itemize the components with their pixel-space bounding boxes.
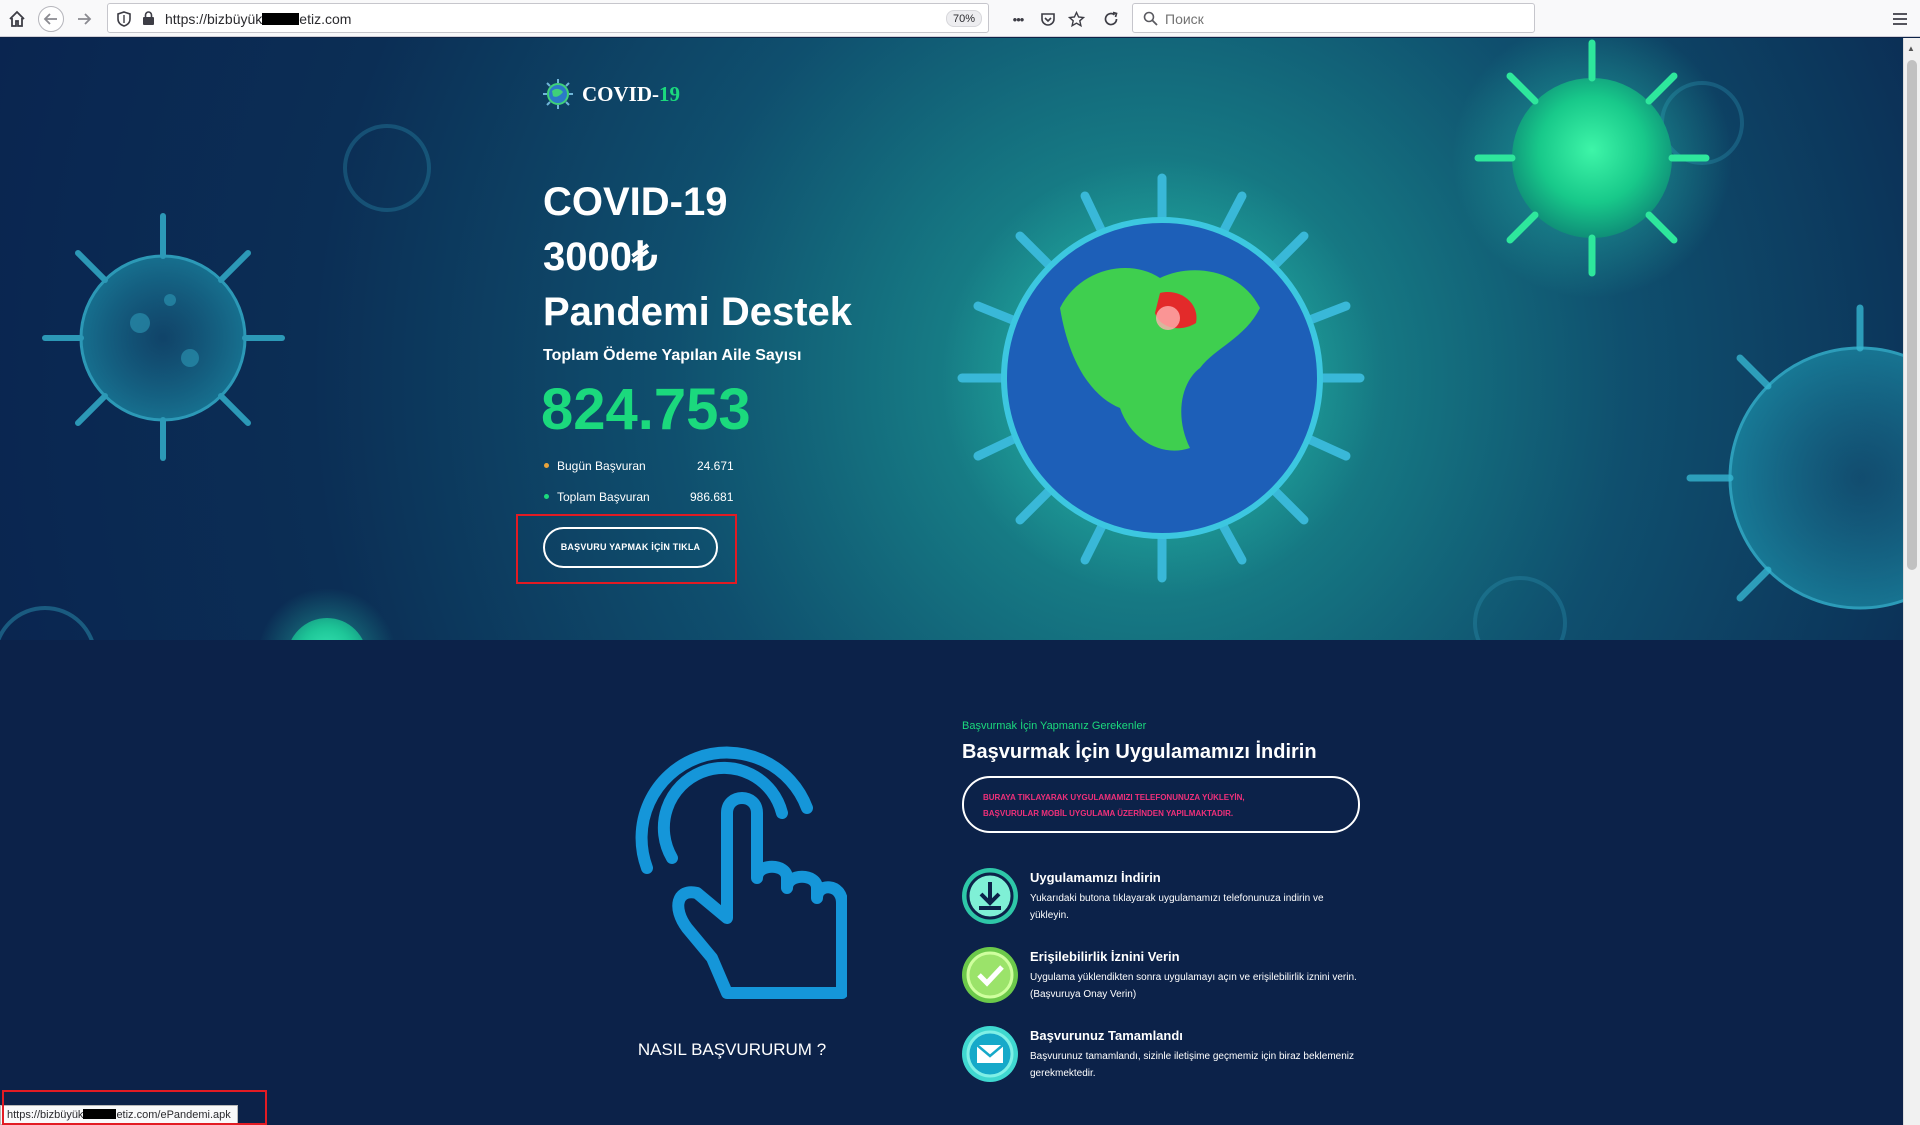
shield-icon[interactable]: [117, 11, 131, 32]
scrollbar-thumb[interactable]: [1907, 60, 1917, 570]
reload-icon[interactable]: [1098, 6, 1124, 32]
pocket-icon[interactable]: [1035, 6, 1061, 32]
paid-families-count: 824.753: [541, 377, 751, 442]
mail-icon: [962, 1026, 1018, 1082]
step-description: Yukarıdaki butona tıklayarak uygulamamız…: [1030, 893, 1324, 921]
site-logo[interactable]: COVID-19: [542, 78, 680, 110]
stat-total: Toplam Başvuran 986.681: [544, 490, 733, 504]
virus-left: [42, 213, 285, 461]
highlight-box: [516, 514, 737, 584]
check-icon: [962, 947, 1018, 1003]
step-title: Uygulamamızı İndirin: [1030, 870, 1161, 885]
zoom-level[interactable]: 70%: [946, 10, 983, 27]
brand-name: COVID-19: [582, 81, 680, 106]
hero-subtitle: Toplam Ödeme Yapılan Aile Sayısı: [543, 347, 802, 364]
page-actions-icon[interactable]: •••: [1005, 6, 1031, 32]
lock-icon[interactable]: [142, 11, 155, 31]
section-title: Başvurmak İçin Uygulamamızı İndirin: [962, 741, 1317, 763]
stat-today: Bugün Başvuran 24.671: [544, 459, 734, 473]
hero-title-line3: Pandemi Destek: [543, 290, 853, 334]
bookmark-star-icon[interactable]: [1063, 6, 1089, 32]
step-description: Uygulama yüklendikten sonra uygulamayı a…: [1030, 972, 1357, 1000]
notice-line: BAŞVURULAR MOBİL UYGULAMA ÜZERİNDEN YAPI…: [983, 809, 1234, 818]
forward-icon[interactable]: [71, 6, 97, 32]
stat-value: 986.681: [690, 490, 734, 504]
bullet-dot: [544, 463, 549, 468]
hero-title-line1: COVID-19: [543, 180, 728, 224]
url-text[interactable]: https://bizbüyük etiz.com: [165, 11, 351, 27]
how-to-apply-label: NASIL BAŞVURURUM ?: [637, 1040, 827, 1059]
virus-background-illustration: [0, 38, 1903, 640]
hero-section: COVID-19 COVID-19 3000₺ Pandemi Destek T…: [0, 38, 1903, 640]
browser-toolbar: https://bizbüyük etiz.com 70% ••• Поиск: [0, 0, 1920, 37]
globe-virus-icon: [543, 79, 573, 109]
home-icon[interactable]: [4, 6, 30, 32]
step-title: Başvurunuz Tamamlandı: [1030, 1028, 1183, 1043]
section-kicker: Başvurmak İçin Yapmanız Gerekenler: [962, 720, 1147, 732]
redaction-mask: [262, 13, 300, 25]
highlight-box: [2, 1090, 267, 1125]
step-title: Erişilebilirlik İznini Verin: [1030, 949, 1180, 964]
back-icon[interactable]: [38, 6, 64, 32]
stat-label: Toplam Başvuran: [557, 490, 650, 504]
bullet-dot: [544, 494, 549, 499]
scroll-up-icon[interactable]: ▲: [1907, 44, 1915, 53]
step-description: Başvurunuz tamamlandı, sizinle iletişime…: [1030, 1051, 1355, 1079]
url-bar[interactable]: https://bizbüyük etiz.com 70%: [107, 3, 989, 33]
how-to-section: [0, 640, 1903, 1125]
hero-title-line2: 3000₺: [543, 235, 658, 279]
notice-line: BURAYA TIKLAYARAK UYGULAMAMIZI TELEFONUN…: [983, 793, 1245, 802]
download-icon: [962, 868, 1018, 924]
stat-label: Bugün Başvuran: [557, 459, 646, 473]
stat-value: 24.671: [697, 459, 734, 473]
tap-hand-icon: [635, 746, 847, 999]
download-notice-button[interactable]: BURAYA TIKLAYARAK UYGULAMAMIZI TELEFONUN…: [962, 776, 1360, 833]
page-scrollbar[interactable]: ▲: [1903, 38, 1920, 1125]
search-placeholder: Поиск: [1165, 11, 1204, 27]
search-icon: [1143, 11, 1158, 31]
hamburger-menu-icon[interactable]: [1887, 6, 1913, 32]
search-bar[interactable]: Поиск: [1132, 3, 1535, 33]
